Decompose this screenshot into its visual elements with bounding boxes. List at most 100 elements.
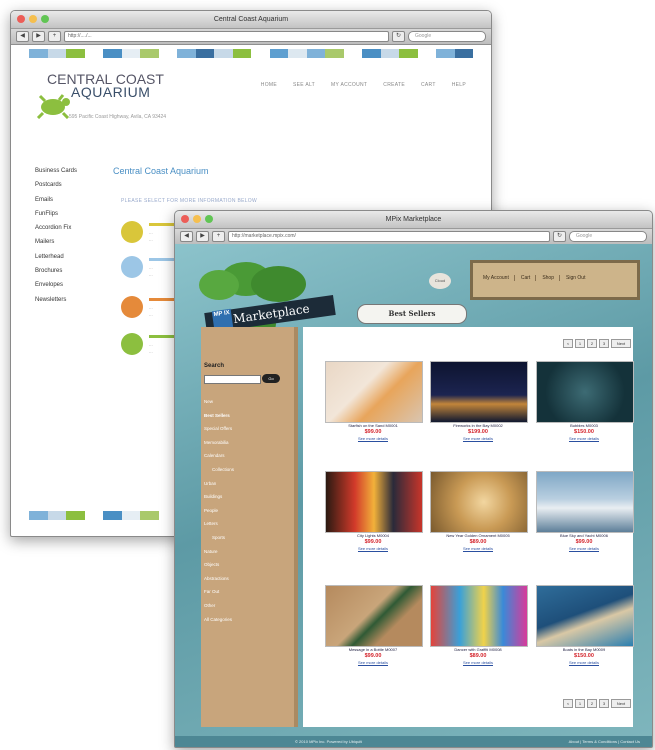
- pager-next[interactable]: Next: [611, 339, 631, 348]
- aquarium-search-field[interactable]: Google: [408, 31, 486, 42]
- product-card[interactable]: Fireworks in the Bay M0002 $199.00 See m…: [430, 361, 528, 441]
- sidebar-item-letterhead[interactable]: Letterhead: [35, 250, 77, 264]
- product-image[interactable]: [325, 471, 423, 533]
- aquarium-url-bar[interactable]: http://..../...: [64, 31, 389, 42]
- pager-page-3[interactable]: 3: [599, 339, 609, 348]
- category-urban[interactable]: Urban: [204, 477, 234, 491]
- feature-3-text: ......: [149, 305, 153, 317]
- sidebar-item-funflips[interactable]: FunFlips: [35, 207, 77, 221]
- stripe-segment: [140, 511, 159, 520]
- forward-icon[interactable]: ▶: [32, 31, 45, 42]
- category-abstractions[interactable]: Abstractions: [204, 572, 234, 586]
- marketplace-url-bar[interactable]: http://marketplace.mpix.com/: [228, 231, 550, 242]
- marketplace-footer: © 2010 MPix Inc. Powered by Ubiquiti Abo…: [175, 736, 652, 747]
- product-image[interactable]: [430, 361, 528, 423]
- category-letters[interactable]: Letters: [204, 517, 234, 531]
- sidebar-item-emails[interactable]: Emails: [35, 193, 77, 207]
- back-icon[interactable]: ◀: [180, 231, 193, 242]
- sidebar-item-newsletters[interactable]: Newsletters: [35, 293, 77, 307]
- category-best-sellers[interactable]: Best Sellers: [204, 409, 234, 423]
- nav-create[interactable]: CREATE: [383, 82, 405, 88]
- sidebar-item-envelopes[interactable]: Envelopes: [35, 278, 77, 292]
- product-image[interactable]: [536, 471, 634, 533]
- product-image[interactable]: [536, 361, 634, 423]
- stripe-segment: [399, 49, 418, 58]
- category-sports[interactable]: Sports: [204, 531, 234, 545]
- product-image[interactable]: [430, 585, 528, 647]
- pager-prev[interactable]: <: [563, 699, 573, 708]
- product-image[interactable]: [536, 585, 634, 647]
- pager-page-3[interactable]: 3: [599, 699, 609, 708]
- aquarium-logo[interactable]: CENTRAL COAST AQUARIUM: [47, 72, 164, 99]
- category-new[interactable]: New: [204, 395, 234, 409]
- sidebar-item-accordion[interactable]: Accordion Fix: [35, 221, 77, 235]
- nav-home[interactable]: HOME: [261, 82, 277, 88]
- product-card[interactable]: Starfish on the Sand M0001 $99.00 See mo…: [325, 361, 423, 441]
- category-objects[interactable]: Objects: [204, 558, 234, 572]
- zoom-icon[interactable]: [41, 15, 49, 23]
- category-special-offers[interactable]: Special Offers: [204, 422, 234, 436]
- pager-next[interactable]: Next: [611, 699, 631, 708]
- sidebar-item-postcards[interactable]: Postcards: [35, 178, 77, 192]
- nav-cart[interactable]: Cart: [521, 275, 537, 281]
- pager-page-1[interactable]: 1: [575, 699, 585, 708]
- nav-help[interactable]: HELP: [452, 82, 466, 88]
- category-far-out[interactable]: Far Out: [204, 585, 234, 599]
- feature-icon-3[interactable]: [121, 296, 143, 318]
- cloud-icon[interactable]: Cloud: [429, 273, 451, 289]
- sidebar-item-brochures[interactable]: Brochures: [35, 264, 77, 278]
- product-card[interactable]: City Lights M0004 $99.00 See more detail…: [325, 471, 423, 551]
- stripe-segment: [436, 49, 455, 58]
- product-card[interactable]: Bubbles M0003 $150.00 See more details: [536, 361, 634, 441]
- add-bookmark-icon[interactable]: +: [48, 31, 61, 42]
- back-icon[interactable]: ◀: [16, 31, 29, 42]
- nav-cart[interactable]: CART: [421, 82, 436, 88]
- category-all[interactable]: All Categories: [204, 613, 234, 627]
- category-collections[interactable]: Collections: [204, 463, 234, 477]
- nav-my-account[interactable]: My Account: [483, 275, 515, 281]
- zoom-icon[interactable]: [205, 215, 213, 223]
- category-nature[interactable]: Nature: [204, 545, 234, 559]
- category-other[interactable]: Other: [204, 599, 234, 613]
- reload-icon[interactable]: ↻: [553, 231, 566, 242]
- minimize-icon[interactable]: [193, 215, 201, 223]
- close-icon[interactable]: [17, 15, 25, 23]
- feature-icon-4[interactable]: [121, 333, 143, 355]
- product-card[interactable]: New Year Golden Ornament M0005 $89.00 Se…: [430, 471, 528, 551]
- aquarium-title-bar: Central Coast Aquarium: [11, 11, 491, 29]
- marketplace-search-field[interactable]: Google: [569, 231, 647, 242]
- product-card[interactable]: Blue Sky and Yacht M0006 $99.00 See more…: [536, 471, 634, 551]
- feature-icon-2[interactable]: [121, 256, 143, 278]
- close-icon[interactable]: [181, 215, 189, 223]
- forward-icon[interactable]: ▶: [196, 231, 209, 242]
- stripe-segment: [29, 511, 48, 520]
- nav-sign-out[interactable]: Sign Out: [566, 275, 590, 281]
- feature-icon-1[interactable]: [121, 221, 143, 243]
- category-people[interactable]: People: [204, 504, 234, 518]
- product-image[interactable]: [325, 585, 423, 647]
- product-card[interactable]: Boats in the Bay M0009 $150.00 See more …: [536, 585, 634, 665]
- product-card[interactable]: Message in a Bottle M0007 $99.00 See mor…: [325, 585, 423, 665]
- footer-links[interactable]: About | Terms & Conditions | Contact Us: [569, 736, 640, 747]
- reload-icon[interactable]: ↻: [392, 31, 405, 42]
- product-image[interactable]: [325, 361, 423, 423]
- nav-shop[interactable]: Shop: [542, 275, 560, 281]
- category-buildings[interactable]: Buildings: [204, 490, 234, 504]
- search-go-button[interactable]: Go: [262, 374, 280, 383]
- category-memorabilia[interactable]: Memorabilia: [204, 436, 234, 450]
- decorative-stripe-top: [29, 49, 473, 58]
- product-image[interactable]: [430, 471, 528, 533]
- nav-my-account[interactable]: MY ACCOUNT: [331, 82, 367, 88]
- minimize-icon[interactable]: [29, 15, 37, 23]
- sidebar-item-business-cards[interactable]: Business Cards: [35, 164, 77, 178]
- sidebar-item-mailers[interactable]: Mailers: [35, 235, 77, 249]
- search-input[interactable]: [204, 375, 261, 384]
- pager-prev[interactable]: <: [563, 339, 573, 348]
- pager-page-1[interactable]: 1: [575, 339, 585, 348]
- pager-page-2[interactable]: 2: [587, 339, 597, 348]
- category-calendars[interactable]: Calendars: [204, 449, 234, 463]
- product-card[interactable]: Dancer with Graffiti M0008 $89.00 See mo…: [430, 585, 528, 665]
- nav-see-alt[interactable]: SEE ALT: [293, 82, 315, 88]
- pager-page-2[interactable]: 2: [587, 699, 597, 708]
- add-bookmark-icon[interactable]: +: [212, 231, 225, 242]
